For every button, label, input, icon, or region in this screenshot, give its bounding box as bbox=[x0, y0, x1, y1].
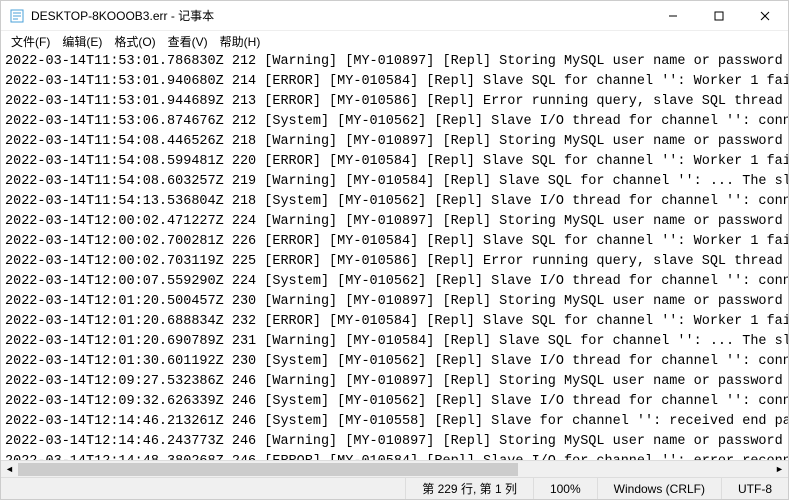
status-encoding: UTF-8 bbox=[721, 478, 788, 499]
status-zoom: 100% bbox=[533, 478, 597, 499]
minimize-button[interactable] bbox=[650, 1, 696, 30]
notepad-icon bbox=[9, 8, 25, 24]
scroll-track[interactable] bbox=[18, 461, 771, 477]
log-line[interactable]: 2022-03-14T12:14:46.243773Z 246 [Warning… bbox=[5, 432, 784, 452]
menu-view[interactable]: 查看(V) bbox=[162, 31, 214, 52]
log-line[interactable]: 2022-03-14T11:54:08.599481Z 220 [ERROR] … bbox=[5, 152, 784, 172]
menu-file[interactable]: 文件(F) bbox=[5, 31, 56, 52]
log-line[interactable]: 2022-03-14T12:09:32.626339Z 246 [System]… bbox=[5, 392, 784, 412]
text-content[interactable]: 2022-03-14T11:53:01.786830Z 212 [Warning… bbox=[1, 51, 788, 460]
log-line[interactable]: 2022-03-14T12:01:30.601192Z 230 [System]… bbox=[5, 352, 784, 372]
horizontal-scrollbar[interactable]: ◄ ► bbox=[1, 460, 788, 477]
log-line[interactable]: 2022-03-14T12:01:20.500457Z 230 [Warning… bbox=[5, 292, 784, 312]
log-line[interactable]: 2022-03-14T12:00:07.559290Z 224 [System]… bbox=[5, 272, 784, 292]
log-line[interactable]: 2022-03-14T12:00:02.700281Z 226 [ERROR] … bbox=[5, 232, 784, 252]
scroll-thumb[interactable] bbox=[18, 463, 518, 476]
log-line[interactable]: 2022-03-14T12:14:46.213261Z 246 [System]… bbox=[5, 412, 784, 432]
log-line[interactable]: 2022-03-14T11:54:13.536804Z 218 [System]… bbox=[5, 192, 784, 212]
titlebar[interactable]: DESKTOP-8KOOOB3.err - 记事本 bbox=[1, 1, 788, 31]
window-title: DESKTOP-8KOOOB3.err - 记事本 bbox=[31, 7, 650, 24]
log-line[interactable]: 2022-03-14T11:53:01.940680Z 214 [ERROR] … bbox=[5, 72, 784, 92]
menu-help[interactable]: 帮助(H) bbox=[214, 31, 267, 52]
notepad-window: DESKTOP-8KOOOB3.err - 记事本 文件(F) 编辑(E) 格式… bbox=[0, 0, 789, 500]
menu-format[interactable]: 格式(O) bbox=[108, 31, 161, 52]
window-controls bbox=[650, 1, 788, 30]
log-line[interactable]: 2022-03-14T12:00:02.471227Z 224 [Warning… bbox=[5, 212, 784, 232]
log-line[interactable]: 2022-03-14T12:14:48.380268Z 246 [ERROR] … bbox=[5, 452, 784, 460]
menu-edit[interactable]: 编辑(E) bbox=[56, 31, 108, 52]
close-button[interactable] bbox=[742, 1, 788, 30]
log-line[interactable]: 2022-03-14T12:01:20.688834Z 232 [ERROR] … bbox=[5, 312, 784, 332]
scroll-right-button[interactable]: ► bbox=[771, 461, 788, 478]
log-line[interactable]: 2022-03-14T11:54:08.446526Z 218 [Warning… bbox=[5, 132, 784, 152]
log-line[interactable]: 2022-03-14T12:09:27.532386Z 246 [Warning… bbox=[5, 372, 784, 392]
log-line[interactable]: 2022-03-14T12:00:02.703119Z 225 [ERROR] … bbox=[5, 252, 784, 272]
status-line-ending: Windows (CRLF) bbox=[597, 478, 721, 499]
statusbar: 第 229 行, 第 1 列 100% Windows (CRLF) UTF-8 bbox=[1, 477, 788, 499]
maximize-button[interactable] bbox=[696, 1, 742, 30]
scroll-left-button[interactable]: ◄ bbox=[1, 461, 18, 478]
log-line[interactable]: 2022-03-14T11:53:01.944689Z 213 [ERROR] … bbox=[5, 92, 784, 112]
menubar: 文件(F) 编辑(E) 格式(O) 查看(V) 帮助(H) bbox=[1, 31, 788, 51]
log-line[interactable]: 2022-03-14T11:53:01.786830Z 212 [Warning… bbox=[5, 52, 784, 72]
log-line[interactable]: 2022-03-14T11:53:06.874676Z 212 [System]… bbox=[5, 112, 784, 132]
content-area: 2022-03-14T11:53:01.786830Z 212 [Warning… bbox=[1, 51, 788, 477]
log-line[interactable]: 2022-03-14T11:54:08.603257Z 219 [Warning… bbox=[5, 172, 784, 192]
status-position: 第 229 行, 第 1 列 bbox=[405, 478, 533, 499]
log-line[interactable]: 2022-03-14T12:01:20.690789Z 231 [Warning… bbox=[5, 332, 784, 352]
